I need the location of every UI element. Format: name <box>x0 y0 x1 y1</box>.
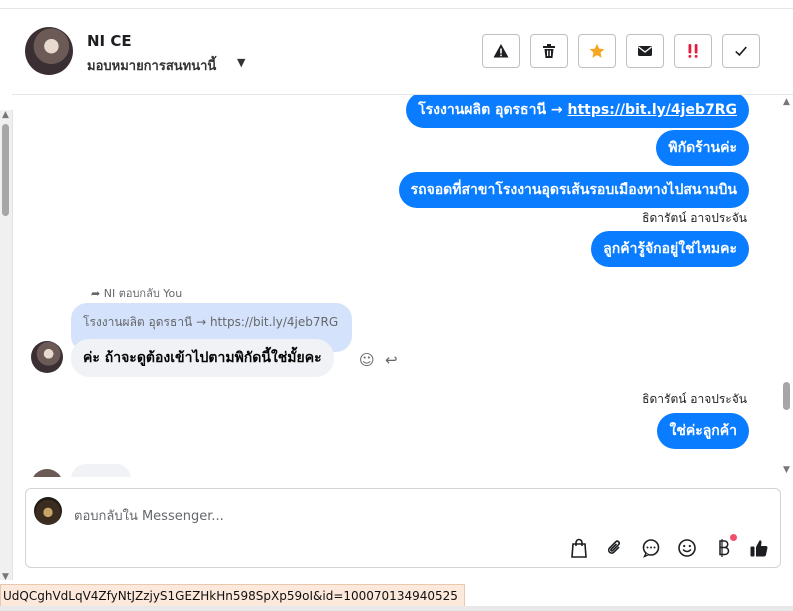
scrollbar-thumb[interactable] <box>783 382 790 410</box>
priority-icon <box>688 44 698 58</box>
check-icon <box>735 46 747 57</box>
outgoing-message[interactable]: พิกัดร้านค่ะ <box>656 130 749 166</box>
sender-name: ธิดารัตน์ อาจประจัน <box>642 211 747 225</box>
scroll-up-arrow-icon[interactable]: ▲ <box>783 97 790 107</box>
message-text: โรงงานผลิต อุดรธานี → <box>418 102 568 118</box>
thumbs-up-icon[interactable] <box>748 537 770 559</box>
react-emoji-icon[interactable]: ☺ <box>359 351 375 369</box>
bag-icon[interactable] <box>568 537 590 559</box>
notification-dot <box>730 534 737 541</box>
sender-avatar <box>31 341 63 373</box>
outgoing-message[interactable]: โรงงานผลิต อุดรธานี → https://bit.ly/4je… <box>406 95 749 128</box>
sender-name: ธิดารัตน์ อาจประจัน <box>642 392 747 406</box>
trash-icon <box>543 44 555 58</box>
reply-tag-text: NI ตอบกลับ You <box>103 287 183 300</box>
incoming-message-partial <box>71 464 131 477</box>
scrollbar-thumb[interactable] <box>2 124 9 216</box>
saved-reply-icon[interactable] <box>640 537 662 559</box>
mark-done-button[interactable] <box>722 34 760 68</box>
warning-icon <box>493 44 509 58</box>
outgoing-message[interactable]: รถจอดที่สาขาโรงงานอุดรเส้นรอบเมืองทางไปส… <box>398 172 749 208</box>
contact-avatar[interactable] <box>25 27 73 75</box>
message-composer[interactable]: ตอบกลับใน Messenger... <box>25 488 781 568</box>
caret-down-icon[interactable]: ▼ <box>237 56 245 69</box>
scroll-down-arrow-icon[interactable]: ▼ <box>783 465 790 475</box>
message-link[interactable]: https://bit.ly/4jeb7RG <box>568 102 737 118</box>
follow-up-button[interactable] <box>578 34 616 68</box>
scroll-down-arrow-icon[interactable]: ▼ <box>2 572 9 582</box>
envelope-icon <box>638 46 652 56</box>
contact-name[interactable]: NI CE <box>87 32 132 50</box>
paperclip-icon[interactable] <box>604 537 626 559</box>
message-thread[interactable]: โรงงานผลิต อุดรธานี → https://bit.ly/4je… <box>12 95 780 477</box>
reply-icon[interactable]: ↩ <box>385 351 398 369</box>
scroll-up-arrow-icon[interactable]: ▲ <box>2 110 9 120</box>
mark-unread-button[interactable] <box>626 34 664 68</box>
status-bar-url: UdQCghVdLqV4ZfyNtJZzjyS1GEZHkHn598SpXp59… <box>0 584 465 608</box>
sender-avatar <box>31 469 63 477</box>
priority-button[interactable] <box>674 34 712 68</box>
reply-indicator: ➦ NI ตอบกลับ You <box>91 284 182 302</box>
delete-button[interactable] <box>530 34 568 68</box>
outgoing-message[interactable]: ลูกค้ารู้จักอยู่ใช่ไหมคะ <box>591 231 749 267</box>
incoming-message[interactable]: ค่ะ ถ้าจะดูต้องเข้าไปตามพิกัดนี้ใช่มั้ยค… <box>71 339 334 377</box>
bottom-strip <box>0 606 793 611</box>
conversation-header: NI CE มอบหมายการสนทนานี้ ▼ <box>12 8 793 95</box>
spam-button[interactable] <box>482 34 520 68</box>
outgoing-message[interactable]: ใช่ค่ะลูกค้า <box>657 413 749 449</box>
star-icon <box>589 43 605 58</box>
assign-conversation-dropdown[interactable]: มอบหมายการสนทนานี้ <box>87 55 216 76</box>
thread-scrollbar[interactable]: ▲ ▼ <box>780 95 793 477</box>
reply-input[interactable]: ตอบกลับใน Messenger... <box>74 505 224 526</box>
reply-arrow-icon: ➦ <box>91 287 101 300</box>
emoji-icon[interactable] <box>676 537 698 559</box>
page-avatar <box>34 497 62 525</box>
